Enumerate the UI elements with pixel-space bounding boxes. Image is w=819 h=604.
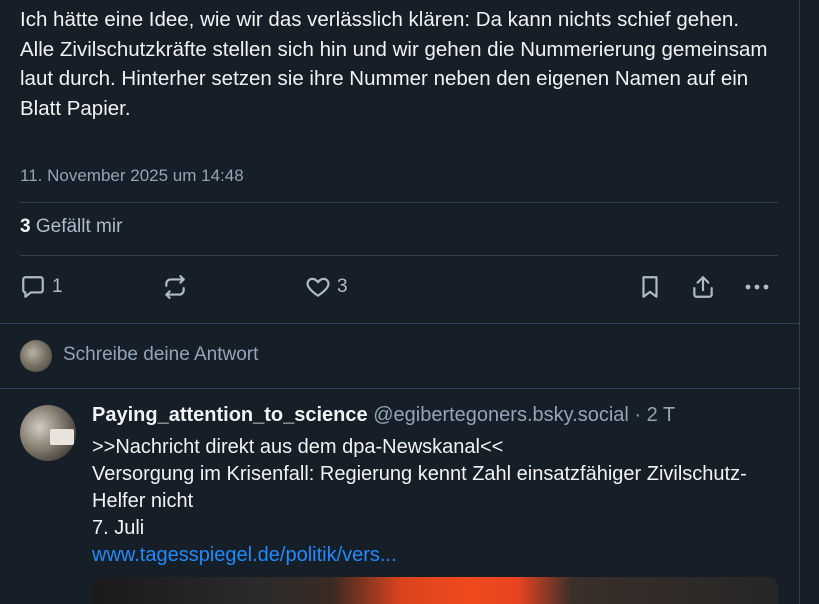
reply-text-line: 7. Juli	[92, 517, 145, 539]
avatar[interactable]	[20, 405, 76, 461]
post-age[interactable]: 2 T	[647, 404, 676, 426]
post-text-line: Ich hätte eine Idee, wie wir das verläss…	[20, 8, 740, 31]
comment-icon	[22, 276, 44, 298]
reply-header: Paying_attention_to_science @egibertegon…	[92, 404, 675, 427]
share-icon	[693, 276, 713, 298]
author-handle[interactable]: @egibertegoners.bsky.social	[373, 404, 629, 426]
reply-placeholder: Schreibe deine Antwort	[63, 344, 259, 365]
avatar	[20, 340, 52, 372]
embedded-image[interactable]	[92, 577, 778, 604]
divider	[20, 255, 778, 256]
reply-text-line: >>Nachricht direkt aus dem dpa-Newskanal…	[92, 436, 504, 458]
divider	[20, 202, 778, 203]
likes-count: 3	[20, 216, 31, 237]
repost-icon	[165, 275, 185, 299]
heart-icon	[306, 277, 330, 297]
reply-link[interactable]: www.tagesspiegel.de/politik/vers...	[92, 542, 782, 569]
more-options-button[interactable]	[743, 274, 771, 300]
reply-composer[interactable]: Schreibe deine Antwort	[0, 324, 800, 388]
more-icon	[745, 284, 769, 290]
author-name[interactable]: Paying_attention_to_science	[92, 404, 368, 426]
bookmark-icon	[642, 276, 658, 298]
reply-text: >>Nachricht direkt aus dem dpa-Newskanal…	[92, 434, 782, 569]
like-button[interactable]: 3	[305, 274, 348, 300]
reply-text-line: Versorgung im Krisenfall: Regierung kenn…	[92, 463, 747, 512]
share-button[interactable]	[690, 274, 716, 300]
post-timestamp[interactable]: 11. November 2025 um 14:48	[20, 166, 244, 186]
post-text-line: Alle Zivilschutzkräfte stellen sich hin …	[20, 37, 768, 120]
post-text: Ich hätte eine Idee, wie wir das verläss…	[20, 5, 790, 123]
likes-summary[interactable]: 3 Gefällt mir	[20, 216, 122, 238]
reply-count: 1	[52, 276, 63, 297]
post-actions: 1 3	[0, 272, 800, 306]
avatar-image-detail	[50, 429, 74, 445]
bookmark-button[interactable]	[637, 274, 663, 300]
repost-button[interactable]	[162, 274, 194, 300]
thread-column: Ich hätte eine Idee, wie wir das verläss…	[0, 0, 800, 604]
likes-label: Gefällt mir	[35, 216, 123, 237]
divider	[0, 388, 800, 389]
like-count: 3	[337, 276, 348, 297]
reply-button[interactable]: 1	[20, 274, 63, 300]
separator: ·	[634, 404, 642, 426]
